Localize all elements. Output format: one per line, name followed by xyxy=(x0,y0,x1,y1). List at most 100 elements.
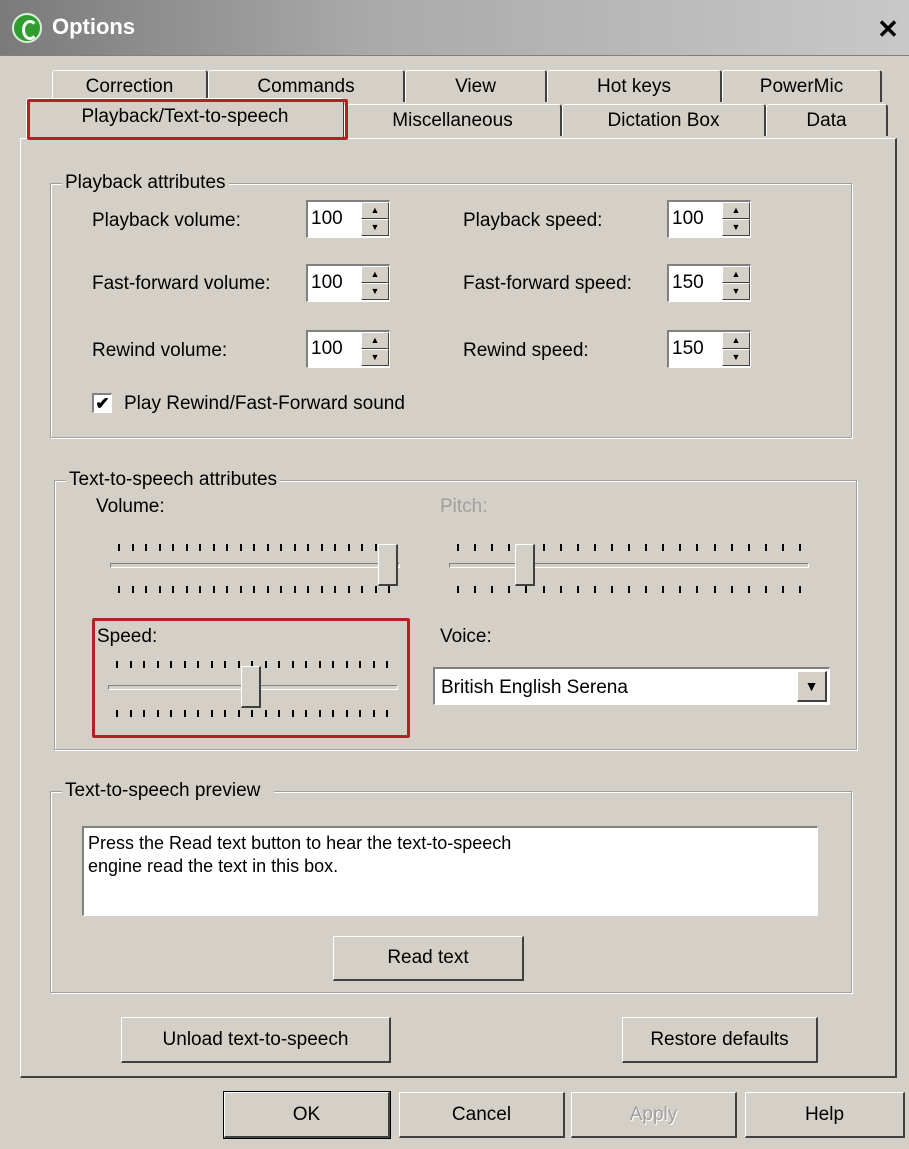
slider-tick xyxy=(373,661,375,668)
slider-tick xyxy=(265,710,267,717)
spin-up-icon[interactable]: ▲ xyxy=(722,202,750,219)
slider-tick xyxy=(159,586,161,593)
slider-tick xyxy=(238,661,240,668)
slider-tick xyxy=(375,544,377,551)
tab-powermic[interactable]: PowerMic xyxy=(722,70,882,102)
tab-view[interactable]: View xyxy=(405,70,547,102)
spin-up-icon[interactable]: ▲ xyxy=(722,266,750,283)
slider-tick xyxy=(267,544,269,551)
tab-data[interactable]: Data xyxy=(766,104,888,136)
read-text-button[interactable]: Read text xyxy=(333,936,524,981)
rewind-speed-spinner[interactable]: 150 ▲ ▼ xyxy=(667,330,751,368)
playback-volume-spinner[interactable]: 100 ▲ ▼ xyxy=(306,200,390,238)
tab-hot-keys[interactable]: Hot keys xyxy=(547,70,722,102)
spin-up-icon[interactable]: ▲ xyxy=(361,266,389,283)
cancel-button[interactable]: Cancel xyxy=(399,1092,565,1138)
volume-slider-track[interactable] xyxy=(110,563,400,568)
playback-volume-value: 100 xyxy=(311,208,343,229)
dropdown-arrow-icon[interactable]: ▼ xyxy=(797,671,827,702)
pitch-slider-thumb[interactable] xyxy=(515,544,535,586)
title-bar[interactable]: Options ✕ xyxy=(0,0,909,56)
fastforward-volume-spinner[interactable]: 100 ▲ ▼ xyxy=(306,264,390,302)
tts-preview-title: Text-to-speech preview xyxy=(62,780,275,802)
slider-tick xyxy=(251,710,253,717)
slider-tick xyxy=(157,710,159,717)
slider-tick xyxy=(226,586,228,593)
spin-down-icon[interactable]: ▼ xyxy=(361,283,389,300)
spin-up-icon[interactable]: ▲ xyxy=(361,332,389,349)
slider-tick xyxy=(474,544,476,551)
slider-tick xyxy=(186,544,188,551)
spin-down-icon[interactable]: ▼ xyxy=(361,219,389,236)
help-button[interactable]: Help xyxy=(745,1092,905,1138)
slider-tick xyxy=(213,544,215,551)
slider-tick xyxy=(305,661,307,668)
slider-tick xyxy=(348,544,350,551)
slider-tick xyxy=(334,586,336,593)
slider-tick xyxy=(240,586,242,593)
slider-tick xyxy=(491,586,493,593)
playback-speed-spinner[interactable]: 100 ▲ ▼ xyxy=(667,200,751,238)
play-sound-checkbox[interactable]: ✔ xyxy=(92,393,112,413)
preview-textarea[interactable]: Press the Read text button to hear the t… xyxy=(82,826,818,916)
speed-slider-thumb[interactable] xyxy=(241,666,261,708)
slider-tick xyxy=(278,661,280,668)
slider-tick xyxy=(594,544,596,551)
slider-tick xyxy=(199,544,201,551)
tts-volume-label: Volume: xyxy=(96,496,165,517)
slider-tick xyxy=(116,661,118,668)
slider-tick xyxy=(292,710,294,717)
close-icon[interactable]: ✕ xyxy=(872,14,904,44)
slider-tick xyxy=(118,586,120,593)
playback-attributes-title: Playback attributes xyxy=(62,172,229,194)
tab-dictation-box[interactable]: Dictation Box xyxy=(562,104,766,136)
slider-tick xyxy=(543,544,545,551)
slider-tick xyxy=(474,586,476,593)
spin-down-icon[interactable]: ▼ xyxy=(722,283,750,300)
fastforward-volume-value: 100 xyxy=(311,272,343,293)
slider-tick xyxy=(361,586,363,593)
volume-slider-thumb[interactable] xyxy=(378,544,398,586)
apply-button[interactable]: Apply xyxy=(571,1092,737,1138)
slider-tick xyxy=(386,710,388,717)
spin-down-icon[interactable]: ▼ xyxy=(722,349,750,366)
spin-up-icon[interactable]: ▲ xyxy=(722,332,750,349)
slider-tick xyxy=(253,544,255,551)
slider-tick xyxy=(238,710,240,717)
pitch-slider-track[interactable] xyxy=(449,563,809,568)
rewind-volume-value: 100 xyxy=(311,338,343,359)
tts-voice-label: Voice: xyxy=(440,626,492,647)
slider-tick xyxy=(765,544,767,551)
slider-tick xyxy=(491,544,493,551)
slider-tick xyxy=(172,544,174,551)
spin-down-icon[interactable]: ▼ xyxy=(361,349,389,366)
play-sound-label[interactable]: Play Rewind/Fast-Forward sound xyxy=(124,393,405,415)
slider-tick xyxy=(319,710,321,717)
slider-tick xyxy=(211,661,213,668)
slider-tick xyxy=(662,586,664,593)
slider-tick xyxy=(224,661,226,668)
slider-tick xyxy=(321,544,323,551)
tab-miscellaneous[interactable]: Miscellaneous xyxy=(344,104,562,136)
slider-tick xyxy=(457,544,459,551)
slider-tick xyxy=(211,710,213,717)
slider-tick xyxy=(457,586,459,593)
unload-tts-button[interactable]: Unload text-to-speech xyxy=(121,1017,391,1063)
rewind-volume-spinner[interactable]: 100 ▲ ▼ xyxy=(306,330,390,368)
slider-tick xyxy=(679,586,681,593)
spin-down-icon[interactable]: ▼ xyxy=(722,219,750,236)
slider-tick xyxy=(560,586,562,593)
slider-tick xyxy=(118,544,120,551)
restore-defaults-button[interactable]: Restore defaults xyxy=(622,1017,818,1063)
voice-dropdown[interactable]: British English Serena ▼ xyxy=(433,667,830,705)
slider-tick xyxy=(130,710,132,717)
slider-tick xyxy=(321,586,323,593)
ok-button[interactable]: OK xyxy=(223,1091,391,1139)
dragon-app-icon xyxy=(12,13,42,43)
slider-tick xyxy=(782,586,784,593)
spin-up-icon[interactable]: ▲ xyxy=(361,202,389,219)
fastforward-speed-spinner[interactable]: 150 ▲ ▼ xyxy=(667,264,751,302)
slider-tick xyxy=(508,586,510,593)
slider-tick xyxy=(172,586,174,593)
slider-tick xyxy=(143,710,145,717)
